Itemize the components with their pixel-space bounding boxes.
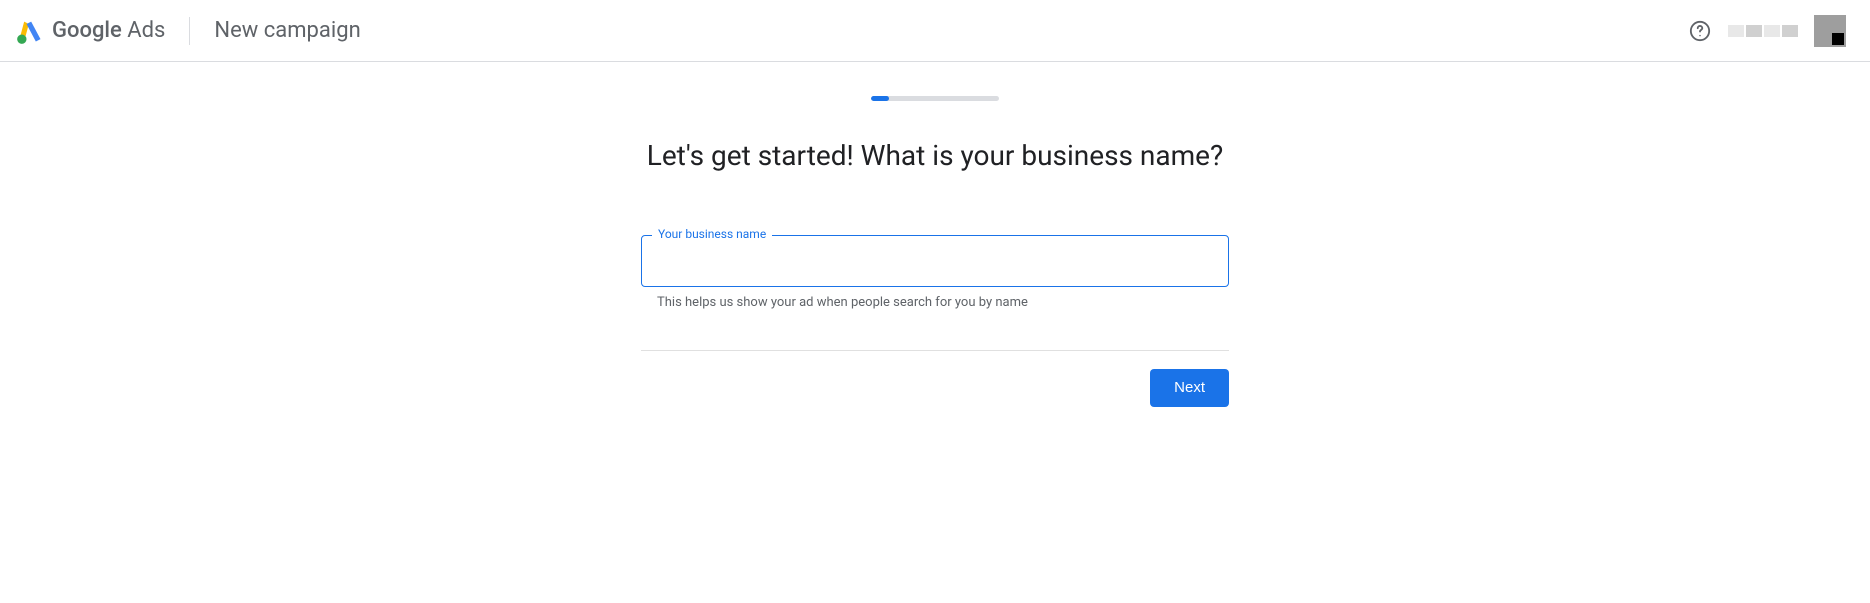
brand-text-bold: Google: [52, 18, 122, 43]
brand-logo[interactable]: Google Ads: [16, 17, 165, 45]
business-name-field-wrap[interactable]: Your business name: [641, 235, 1229, 287]
business-name-input[interactable]: [642, 236, 1228, 286]
form-actions: Next: [641, 369, 1229, 407]
app-header: Google Ads New campaign: [0, 0, 1870, 62]
progress-bar: [871, 96, 999, 101]
google-ads-logo-icon: [16, 17, 44, 45]
progress-fill: [871, 96, 889, 101]
next-button[interactable]: Next: [1150, 369, 1229, 407]
account-switcher-placeholder: [1728, 24, 1798, 38]
business-name-label: Your business name: [652, 227, 772, 241]
page-headline: Let's get started! What is your business…: [647, 137, 1224, 175]
main-content: Let's get started! What is your business…: [0, 62, 1870, 407]
avatar[interactable]: [1814, 15, 1846, 47]
business-name-helper: This helps us show your ad when people s…: [641, 295, 1229, 310]
page-subtitle: New campaign: [214, 18, 360, 43]
form-divider: [641, 350, 1229, 351]
header-right: [1688, 15, 1854, 47]
brand-text: Google Ads: [52, 18, 165, 43]
help-icon[interactable]: [1688, 19, 1712, 43]
business-name-form: Your business name This helps us show yo…: [641, 235, 1229, 407]
brand-text-light: Ads: [127, 18, 165, 43]
header-divider: [189, 17, 190, 45]
header-left: Google Ads New campaign: [16, 17, 361, 45]
